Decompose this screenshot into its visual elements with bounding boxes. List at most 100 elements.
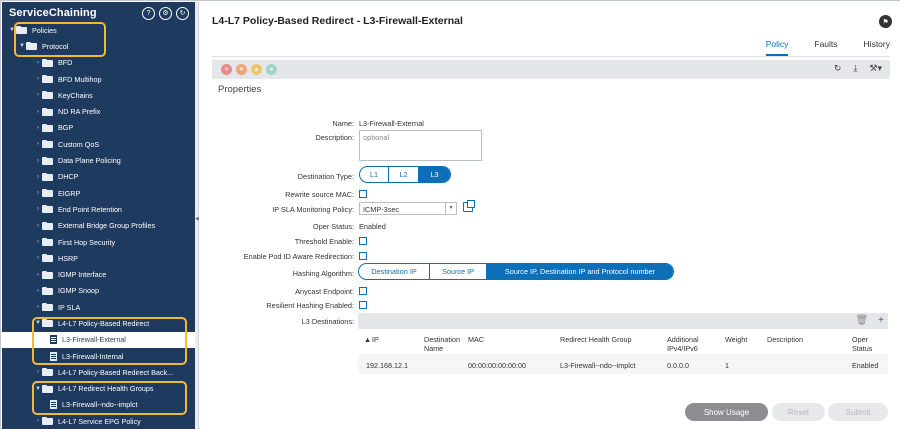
hashing-destination-ip[interactable]: Destination IP: [359, 264, 430, 279]
column-header-weight[interactable]: Weight: [725, 335, 747, 344]
tree-item-l4-l7-redirect-health-groups[interactable]: ▼ L4-L7 Redirect Health Groups: [2, 381, 195, 397]
tree-item-data-plane-policing[interactable]: › Data Plane Policing: [2, 152, 195, 168]
cell-weight: 1: [725, 361, 729, 370]
chevron-right-icon[interactable]: ›: [34, 141, 42, 147]
tree-item-custom-qos[interactable]: › Custom QoS: [2, 136, 195, 152]
chevron-down-icon[interactable]: ▼: [34, 386, 42, 392]
tab-faults[interactable]: Faults: [814, 39, 837, 56]
submit-button[interactable]: Submit: [828, 403, 888, 421]
refresh-circle-icon[interactable]: ↻: [176, 7, 189, 20]
chevron-right-icon[interactable]: ›: [34, 288, 42, 294]
tree-item-bfd[interactable]: › BFD: [2, 55, 195, 71]
chevron-right-icon[interactable]: ›: [34, 223, 42, 229]
critical-fault-icon[interactable]: ✕: [221, 64, 232, 75]
tree-item-l3-firewall-internal[interactable]: L3-Firewall-Internal: [2, 348, 195, 364]
anycast-checkbox[interactable]: [359, 287, 367, 295]
chevron-right-icon[interactable]: ›: [34, 239, 42, 245]
chevron-right-icon[interactable]: ›: [34, 92, 42, 98]
collapse-arrow-icon[interactable]: ◀: [195, 216, 199, 222]
plus-icon[interactable]: +: [878, 315, 884, 326]
tree-item-l4-l7-pbr-backup[interactable]: › L4-L7 Policy-Based Redirect Back...: [2, 364, 195, 380]
description-textarea[interactable]: optional: [359, 130, 482, 161]
resilient-checkbox[interactable]: [359, 301, 367, 309]
sort-asc-icon[interactable]: ▲: [364, 335, 371, 344]
column-header-additional[interactable]: Additional IPv4/IPv6: [667, 335, 712, 353]
destination-type-l1[interactable]: L1: [360, 167, 389, 182]
tab-history[interactable]: History: [864, 39, 890, 56]
chevron-right-icon[interactable]: ›: [34, 272, 42, 278]
tree-item-first-hop-security[interactable]: › First Hop Security: [2, 234, 195, 250]
tree-item-label: L4-L7 Policy-Based Redirect Back...: [58, 367, 174, 377]
threshold-checkbox[interactable]: [359, 237, 367, 245]
chevron-right-icon[interactable]: ›: [34, 418, 42, 424]
column-header-description[interactable]: Description: [767, 335, 803, 344]
hashing-source-ip[interactable]: Source IP: [430, 264, 487, 279]
document-icon: [50, 351, 57, 361]
tree-item-igmp-interface[interactable]: › IGMP Interface: [2, 266, 195, 282]
column-header-oper-status[interactable]: Oper Status: [852, 335, 886, 353]
chevron-right-icon[interactable]: ›: [34, 76, 42, 82]
rewrite-mac-checkbox[interactable]: [359, 190, 367, 198]
chevron-down-icon[interactable]: ▾: [445, 203, 456, 214]
tree-item-bgp[interactable]: › BGP: [2, 120, 195, 136]
tree-item-keychains[interactable]: › KeyChains: [2, 87, 195, 103]
tree-item-label: DHCP: [58, 172, 79, 182]
tree-item-external-bridge-group-profiles[interactable]: › External Bridge Group Profiles: [2, 218, 195, 234]
chevron-right-icon[interactable]: ›: [34, 304, 42, 310]
column-header-mac[interactable]: MAC: [468, 335, 484, 344]
chevron-down-icon[interactable]: ▼: [34, 320, 42, 326]
tree-item-eigrp[interactable]: › EIGRP: [2, 185, 195, 201]
tools-icon[interactable]: ⚒▾: [869, 63, 882, 74]
chevron-right-icon[interactable]: ›: [34, 206, 42, 212]
tab-policy[interactable]: Policy: [765, 39, 789, 56]
tree-item-end-point-retention[interactable]: › End Point Retention: [2, 201, 195, 217]
trash-icon[interactable]: 🗑: [855, 315, 868, 326]
column-header-health-group[interactable]: Redirect Health Group: [560, 335, 632, 344]
tree-item-l4-l7-service-epg-policy[interactable]: › L4-L7 Service EPG Policy: [2, 413, 195, 429]
tree-item-l3-firewall-ndo-implct[interactable]: L3-Firewall--ndo--implct: [2, 397, 195, 413]
tree-item-l4-l7-policy-based-redirect[interactable]: ▼ L4-L7 Policy-Based Redirect: [2, 315, 195, 331]
chevron-right-icon[interactable]: ›: [34, 158, 42, 164]
tree-item-ip-sla[interactable]: › IP SLA: [2, 299, 195, 315]
tree-item-label: L4-L7 Redirect Health Groups: [58, 384, 154, 394]
settings-circle-icon[interactable]: ⚙: [159, 7, 172, 20]
sidebar-resize-handle[interactable]: ◀: [195, 2, 199, 429]
tree-item-hsrp[interactable]: › HSRP: [2, 250, 195, 266]
ip-sla-select[interactable]: ICMP-3sec ▾: [359, 202, 457, 215]
chevron-down-icon[interactable]: ▼: [8, 27, 16, 33]
download-icon[interactable]: ⤓: [853, 63, 857, 74]
tree-item-l3-firewall-external[interactable]: L3-Firewall-External: [2, 331, 195, 348]
hashing-source-dest-protocol[interactable]: Source IP, Destination IP and Protocol n…: [487, 264, 673, 279]
refresh-icon[interactable]: ↻: [834, 63, 842, 74]
folder-icon: [42, 205, 53, 214]
tree-item-bfd-multihop[interactable]: › BFD Multihop: [2, 71, 195, 87]
table-row[interactable]: 192.168.12.1 00:00:00:00:00:00 L3-Firewa…: [358, 354, 888, 374]
open-external-icon[interactable]: [463, 200, 475, 212]
bookmark-icon[interactable]: ⚑: [879, 15, 892, 28]
chevron-right-icon[interactable]: ›: [34, 125, 42, 131]
column-header-ip[interactable]: IP: [372, 335, 379, 344]
pod-id-checkbox[interactable]: [359, 252, 367, 260]
chevron-right-icon[interactable]: ›: [34, 60, 42, 66]
chevron-right-icon[interactable]: ›: [34, 174, 42, 180]
tree-item-dhcp[interactable]: › DHCP: [2, 169, 195, 185]
chevron-right-icon[interactable]: ›: [34, 369, 42, 375]
reset-button[interactable]: Reset: [772, 403, 825, 421]
major-fault-icon[interactable]: ▼: [236, 64, 247, 75]
tree-item-igmp-snoop[interactable]: › IGMP Snoop: [2, 283, 195, 299]
tree-item-policies[interactable]: ▼ Policies: [2, 22, 195, 38]
tree-item-protocol[interactable]: ▼ Protocol: [2, 38, 195, 54]
tree-item-label: KeyChains: [58, 90, 93, 100]
column-header-destination-name[interactable]: Destination Name: [424, 335, 464, 353]
chevron-right-icon[interactable]: ›: [34, 255, 42, 261]
help-circle-icon[interactable]: ?: [142, 7, 155, 20]
destination-type-l2[interactable]: L2: [389, 167, 419, 182]
chevron-right-icon[interactable]: ›: [34, 190, 42, 196]
minor-fault-icon[interactable]: ▲: [251, 64, 262, 75]
warning-fault-icon[interactable]: ●: [266, 64, 277, 75]
destination-type-l3[interactable]: L3: [419, 167, 450, 182]
chevron-down-icon[interactable]: ▼: [18, 43, 26, 49]
chevron-right-icon[interactable]: ›: [34, 109, 42, 115]
tree-item-nd-ra-prefix[interactable]: › ND RA Prefix: [2, 103, 195, 119]
show-usage-button[interactable]: Show Usage: [685, 403, 768, 421]
